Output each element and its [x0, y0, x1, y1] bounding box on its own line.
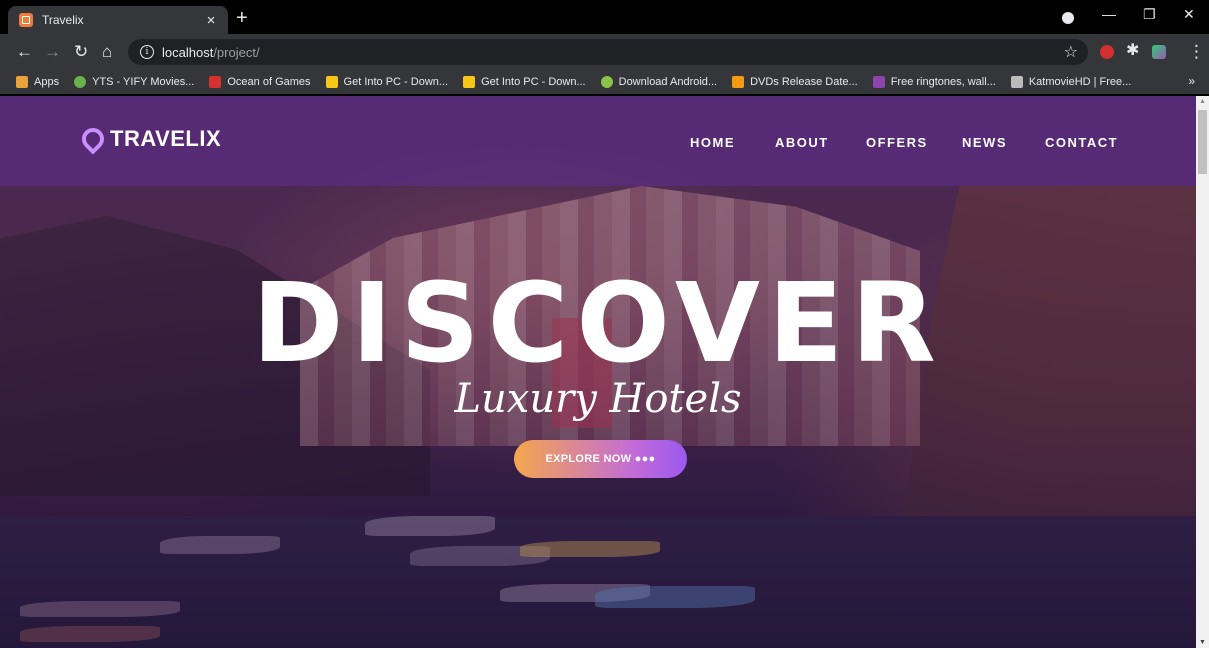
extension-red-icon[interactable] — [1100, 45, 1114, 59]
scroll-down-icon[interactable]: ▼ — [1199, 639, 1206, 646]
ocean-games-icon — [209, 76, 222, 88]
tab-close-icon[interactable]: × — [202, 12, 220, 29]
katmovie-icon — [1010, 76, 1023, 88]
nav-about[interactable]: ABOUT — [775, 135, 829, 150]
bookmark-dvd[interactable]: DVDs Release Date... — [732, 76, 858, 88]
getintopc-icon — [463, 76, 476, 88]
bookmark-getintopc-1[interactable]: Get Into PC - Down... — [325, 76, 448, 88]
page-viewport: TRAVELIX HOME ABOUT OFFERS NEWS CONTACT … — [0, 96, 1196, 648]
hero-subtitle: Luxury Hotels — [454, 376, 742, 422]
bookmark-android[interactable]: Download Android... — [600, 76, 717, 88]
browser-titlebar: Travelix × + — ❐ ✕ — [0, 0, 1209, 34]
site-info-icon[interactable]: i — [140, 45, 154, 59]
reload-icon[interactable]: ↻ — [74, 42, 88, 62]
explore-now-button[interactable]: EXPLORE NOW ●●● — [514, 440, 687, 478]
forward-arrow-icon[interactable]: → — [44, 42, 61, 62]
getintopc-icon — [325, 76, 338, 88]
site-header: TRAVELIX HOME ABOUT OFFERS NEWS CONTACT — [0, 96, 1196, 186]
tab-title: Travelix — [42, 13, 84, 27]
avatar-icon[interactable] — [1152, 45, 1166, 59]
close-window-button[interactable]: ✕ — [1183, 6, 1195, 23]
back-arrow-icon[interactable]: ← — [16, 42, 33, 62]
yts-icon — [74, 76, 87, 88]
apps-grid-icon — [16, 76, 28, 88]
nav-news[interactable]: NEWS — [962, 135, 1007, 150]
bookmark-getintopc-2[interactable]: Get Into PC - Down... — [463, 76, 586, 88]
site-logo[interactable]: TRAVELIX — [77, 123, 221, 155]
minimize-button[interactable]: — — [1102, 6, 1116, 22]
hero-title: DISCOVER — [252, 259, 944, 387]
menu-dots-icon[interactable]: ⋮ — [1188, 42, 1205, 62]
dvd-icon — [732, 76, 745, 88]
ringtones-icon — [872, 76, 885, 88]
android-icon — [600, 76, 613, 88]
bookmark-ringtones[interactable]: Free ringtones, wall... — [872, 76, 996, 88]
nav-home[interactable]: HOME — [690, 135, 735, 150]
url-path: /project/ — [213, 44, 260, 60]
profile-icon[interactable] — [1062, 12, 1074, 24]
bookmarks-bar: Apps YTS - YIFY Movies... Ocean of Games… — [0, 70, 1209, 94]
bookmark-ocean-of-games[interactable]: Ocean of Games — [209, 76, 311, 88]
tab-favicon-icon — [19, 13, 33, 27]
browser-tab[interactable]: Travelix × — [8, 6, 228, 34]
bookmarks-more-icon[interactable]: » — [1188, 74, 1195, 88]
page-scrollbar[interactable]: ▲ ▼ — [1196, 96, 1209, 648]
bookmark-star-icon[interactable]: ☆ — [1064, 42, 1078, 62]
nav-offers[interactable]: OFFERS — [866, 135, 928, 150]
location-pin-icon — [77, 123, 109, 155]
address-bar[interactable]: i localhost/project/ ☆ — [128, 39, 1088, 65]
extensions-puzzle-icon[interactable]: ✱ — [1126, 41, 1139, 61]
bookmark-apps[interactable]: Apps — [16, 76, 59, 88]
new-tab-button[interactable]: + — [236, 8, 248, 28]
bookmark-yts[interactable]: YTS - YIFY Movies... — [74, 76, 194, 88]
scrollbar-thumb[interactable] — [1198, 110, 1207, 174]
bookmark-katmovie[interactable]: KatmovieHD | Free... — [1010, 76, 1131, 88]
scroll-up-icon[interactable]: ▲ — [1199, 98, 1206, 105]
nav-contact[interactable]: CONTACT — [1045, 135, 1118, 150]
home-icon[interactable]: ⌂ — [102, 42, 112, 62]
browser-toolbar: ← → ↻ ⌂ i localhost/project/ ☆ ✱ ⋮ — [0, 34, 1209, 70]
restore-button[interactable]: ❐ — [1143, 6, 1156, 23]
url-host: localhost — [162, 44, 214, 60]
